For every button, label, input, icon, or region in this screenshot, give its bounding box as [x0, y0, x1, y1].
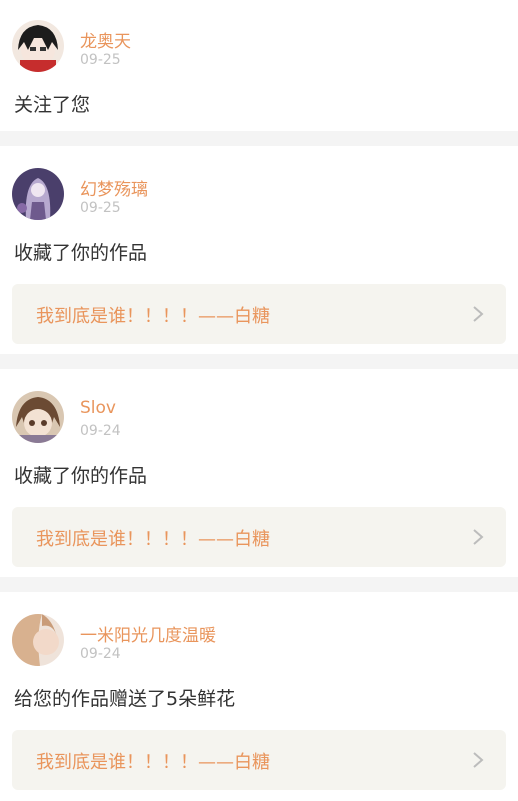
work-title: 我到底是谁！！！！——白糖 — [36, 306, 270, 327]
work-title: 我到底是谁！！！！——白糖 — [36, 752, 270, 773]
feed-item-header: Slov 09-24 — [0, 369, 518, 443]
avatar[interactable] — [12, 20, 64, 72]
separator — [0, 131, 518, 146]
feed-item: 龙奥天 09-25 关注了您 — [0, 0, 518, 131]
feed-item-header: 一米阳光几度温暖 09-24 — [0, 592, 518, 666]
separator — [0, 577, 518, 592]
feed-item: Slov 09-24 收藏了你的作品 我到底是谁！！！！——白糖 — [0, 369, 518, 577]
avatar[interactable] — [12, 391, 64, 443]
avatar[interactable] — [12, 168, 64, 220]
username[interactable]: 一米阳光几度温暖 — [80, 621, 216, 646]
chevron-right-icon — [472, 751, 484, 769]
activity-text: 收藏了你的作品 — [14, 242, 148, 264]
feed-item: 一米阳光几度温暖 09-24 给您的作品赠送了5朵鲜花 我到底是谁！！！！——白… — [0, 592, 518, 801]
work-title: 我到底是谁！！！！——白糖 — [36, 529, 270, 550]
avatar-icon — [12, 168, 64, 220]
avatar-icon — [12, 614, 64, 666]
username[interactable]: Slov — [80, 398, 116, 418]
timestamp: 09-24 — [80, 423, 121, 439]
work-link-card[interactable]: 我到底是谁！！！！——白糖 — [12, 284, 506, 344]
chevron-right-icon — [472, 528, 484, 546]
activity-text: 关注了您 — [14, 94, 91, 116]
chevron-right-icon — [472, 305, 484, 323]
feed-item: 幻梦殇璃 09-25 收藏了你的作品 我到底是谁！！！！——白糖 — [0, 146, 518, 354]
timestamp: 09-25 — [80, 52, 121, 68]
timestamp: 09-24 — [80, 646, 121, 662]
username[interactable]: 幻梦殇璃 — [80, 175, 148, 200]
avatar-icon — [12, 20, 64, 72]
work-link-card[interactable]: 我到底是谁！！！！——白糖 — [12, 730, 506, 790]
avatar[interactable] — [12, 614, 64, 666]
username[interactable]: 龙奥天 — [80, 27, 131, 52]
feed-item-header: 幻梦殇璃 09-25 — [0, 146, 518, 220]
activity-text: 收藏了你的作品 — [14, 465, 148, 487]
timestamp: 09-25 — [80, 200, 121, 216]
feed-item-header: 龙奥天 09-25 — [0, 0, 518, 72]
activity-text: 给您的作品赠送了5朵鲜花 — [14, 688, 236, 710]
separator — [0, 354, 518, 369]
avatar-icon — [12, 391, 64, 443]
work-link-card[interactable]: 我到底是谁！！！！——白糖 — [12, 507, 506, 567]
